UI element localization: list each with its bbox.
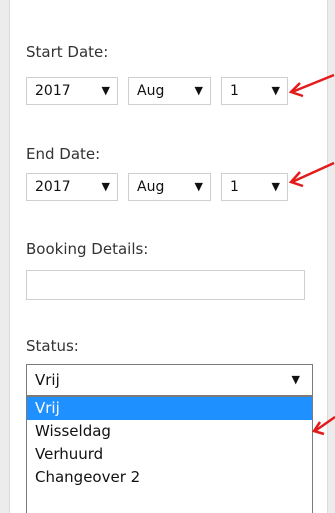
start-month-value: Aug (137, 83, 165, 99)
chevron-down-icon: ▼ (194, 180, 203, 193)
status-option-verhuurd[interactable]: Verhuurd (27, 443, 312, 466)
end-year-select[interactable]: 2017 ▼ (26, 173, 118, 201)
chevron-down-icon: ▼ (194, 84, 203, 97)
status-option-vrij[interactable]: Vrij (27, 397, 312, 420)
start-month-select[interactable]: Aug ▼ (128, 77, 211, 105)
start-day-select[interactable]: 1 ▼ (221, 77, 288, 105)
start-date-label: Start Date: (26, 43, 109, 61)
red-arrow-icon (312, 415, 335, 436)
end-month-value: Aug (137, 179, 165, 195)
red-arrow-icon (288, 161, 335, 188)
status-select[interactable]: Vrij ▼ (26, 364, 313, 396)
status-option-wisseldag[interactable]: Wisseldag (27, 420, 312, 443)
status-label: Status: (26, 337, 79, 355)
chevron-down-icon: ▼ (271, 84, 280, 97)
chevron-down-icon: ▼ (291, 373, 300, 386)
status-selected-value: Vrij (35, 371, 60, 389)
end-month-select[interactable]: Aug ▼ (128, 173, 211, 201)
start-year-select[interactable]: 2017 ▼ (26, 77, 118, 105)
booking-details-input[interactable] (26, 270, 305, 300)
red-arrow-icon (288, 73, 335, 98)
status-dropdown-list[interactable]: Vrij Wisseldag Verhuurd Changeover 2 (26, 396, 313, 513)
start-day-value: 1 (230, 83, 239, 99)
end-year-value: 2017 (35, 179, 71, 195)
booking-details-label: Booking Details: (26, 240, 149, 258)
status-option-changeover-2[interactable]: Changeover 2 (27, 466, 312, 489)
chevron-down-icon: ▼ (101, 180, 110, 193)
end-day-value: 1 (230, 179, 239, 195)
chevron-down-icon: ▼ (271, 180, 280, 193)
start-year-value: 2017 (35, 83, 71, 99)
chevron-down-icon: ▼ (101, 84, 110, 97)
end-date-label: End Date: (26, 145, 101, 163)
end-day-select[interactable]: 1 ▼ (221, 173, 288, 201)
